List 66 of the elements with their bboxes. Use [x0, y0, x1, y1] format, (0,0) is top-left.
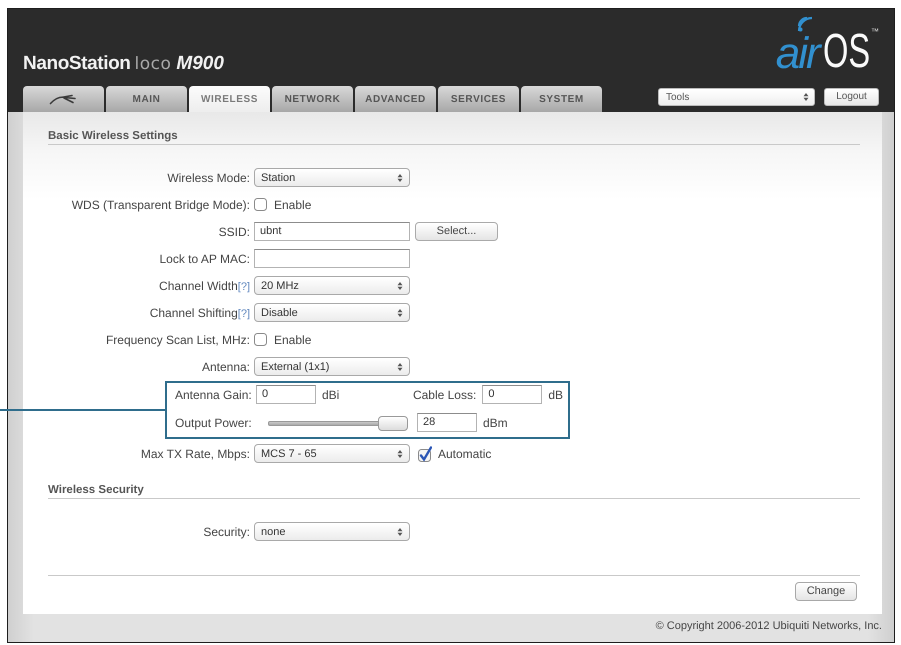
field-label: Antenna:	[202, 360, 250, 374]
checkbox[interactable]	[254, 333, 267, 346]
product-model-text: M900	[176, 54, 224, 73]
field-label: Wireless Mode:	[167, 170, 250, 184]
product-name-text: NanoStation	[23, 54, 130, 73]
signal-arcs-icon	[796, 16, 813, 32]
tab[interactable]: NETWORK	[272, 86, 353, 112]
logout-button[interactable]: Logout	[824, 88, 879, 106]
field-label: Channel Width	[159, 278, 238, 292]
logo-tab[interactable]	[23, 86, 104, 112]
tab[interactable]: SERVICES	[438, 86, 519, 112]
field-label: Antenna Gain:	[175, 388, 253, 402]
unit-label: dB	[548, 388, 563, 402]
text-field[interactable]	[254, 249, 410, 268]
field-label: Frequency Scan List, MHz:	[106, 332, 250, 346]
copyright-text: © Copyright 2006-2012 Ubiquiti Networks, Inc.	[656, 620, 882, 632]
field-label: Lock to AP MAC:	[160, 252, 250, 266]
updown-arrows-icon	[397, 308, 403, 318]
tools-dropdown[interactable]: Tools	[658, 88, 815, 106]
option-label: Automatic	[438, 446, 492, 460]
updown-arrows-icon	[803, 92, 809, 102]
tab[interactable]: WIRELESS	[189, 86, 270, 112]
logo-air-text: air	[776, 32, 819, 76]
section-title: Wireless Security	[48, 484, 144, 496]
text-field[interactable]: ubnt	[254, 222, 410, 241]
change-button[interactable]: Change	[795, 582, 857, 601]
option-label: Enable	[274, 198, 312, 212]
field-label: Cable Loss:	[412, 388, 476, 402]
checkbox[interactable]	[254, 198, 267, 211]
dropdown[interactable]: 20 MHz	[254, 276, 410, 295]
updown-arrows-icon	[397, 448, 403, 458]
dropdown[interactable]: MCS 7 - 65	[254, 444, 410, 463]
slider-thumb[interactable]	[378, 416, 408, 430]
field-label: Max TX Rate, Mbps:	[140, 446, 250, 460]
dropdown[interactable]: Disable	[254, 303, 410, 322]
updown-arrows-icon	[397, 280, 403, 290]
field-label: Channel Shifting	[150, 306, 238, 320]
checkbox[interactable]	[418, 446, 432, 462]
updown-arrows-icon	[397, 172, 403, 182]
updown-arrows-icon	[397, 526, 403, 536]
help-link[interactable]: [?]	[238, 280, 250, 292]
help-link[interactable]: [?]	[238, 308, 250, 320]
dropdown[interactable]: none	[254, 522, 410, 541]
select-button[interactable]: Select...	[415, 222, 498, 241]
tab[interactable]: MAIN	[106, 86, 187, 112]
field-label: Security:	[203, 524, 250, 538]
slider-track[interactable]	[268, 414, 408, 430]
logo-os-text: OS	[822, 28, 870, 76]
product-series-text: loco	[134, 56, 172, 73]
dropdown[interactable]: Station	[254, 168, 410, 187]
text-field[interactable]: 0	[256, 385, 316, 404]
field-label: WDS (Transparent Bridge Mode):	[72, 198, 250, 212]
updown-arrows-icon	[397, 362, 403, 372]
trademark-sign: ™	[871, 28, 879, 36]
wing-logo-icon	[48, 94, 78, 104]
tab[interactable]: SYSTEM	[521, 86, 602, 112]
dropdown[interactable]: External (1x1)	[254, 357, 410, 376]
unit-label: dBi	[322, 388, 340, 402]
field-label: Output Power:	[175, 416, 253, 430]
unit-label: dBm	[483, 416, 508, 430]
text-field[interactable]: 28	[417, 413, 477, 432]
field-label: SSID:	[218, 224, 250, 238]
tab[interactable]: ADVANCED	[355, 86, 436, 112]
text-field[interactable]: 0	[482, 385, 542, 404]
option-label: Enable	[274, 332, 312, 346]
section-title: Basic Wireless Settings	[48, 130, 178, 142]
